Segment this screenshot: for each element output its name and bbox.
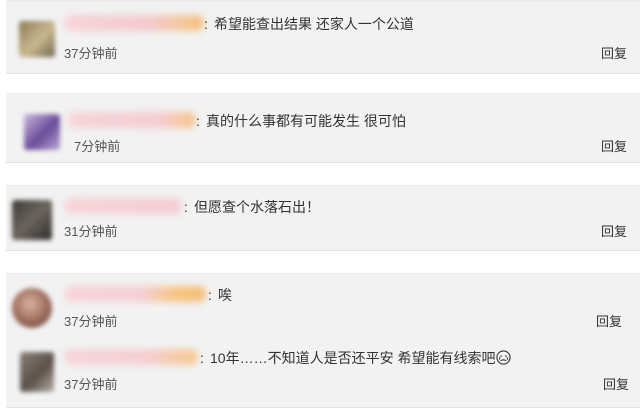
comment-separator: : <box>200 350 204 366</box>
comment-card: : 希望能查出结果 还家人一个公道 37分钟前 回复 <box>6 0 640 74</box>
comment-text: 真的什么事都有可能发生 很可怕 <box>206 113 406 129</box>
comment-card: : 但愿查个水落石出！ 31分钟前 回复 <box>6 185 640 251</box>
comment-text-line: 10年……不知道人是否还平安 希望能有线索吧 <box>210 349 512 367</box>
comment-card: : 真的什么事都有可能发生 很可怕 7分钟前 回复 <box>6 93 640 163</box>
comment-item: : 但愿查个水落石出！ 31分钟前 回复 <box>6 186 640 252</box>
avatar[interactable] <box>12 200 52 240</box>
username[interactable] <box>68 112 196 128</box>
avatar[interactable] <box>24 114 60 150</box>
username[interactable] <box>64 286 206 302</box>
username[interactable] <box>64 15 204 31</box>
reply-button[interactable]: 回复 <box>601 46 627 62</box>
comment-text: 10年……不知道人是否还平安 希望能有线索吧 <box>210 350 496 366</box>
reply-button[interactable]: 回复 <box>596 314 622 330</box>
comment-text: 唉 <box>218 287 232 303</box>
avatar[interactable] <box>19 21 55 57</box>
comment-separator: : <box>208 287 212 303</box>
comment-text: 希望能查出结果 还家人一个公道 <box>214 16 414 32</box>
username[interactable] <box>64 198 182 214</box>
reply-button[interactable]: 回复 <box>601 139 627 155</box>
comment-separator: : <box>196 113 200 129</box>
comment-item: : 真的什么事都有可能发生 很可怕 7分钟前 回复 <box>6 94 640 164</box>
comment-time: 7分钟前 <box>74 139 121 154</box>
username[interactable] <box>64 349 198 365</box>
comment-time: 37分钟前 <box>64 377 118 392</box>
comment-item: : 唉 37分钟前 回复 <box>6 274 640 340</box>
comment-item: : 10年……不知道人是否还平安 希望能有线索吧 37分钟前 回复 <box>6 342 640 408</box>
comment-separator: : <box>204 16 208 32</box>
avatar[interactable] <box>20 352 54 392</box>
comment-separator: : <box>184 199 188 215</box>
reply-button[interactable]: 回复 <box>601 224 627 240</box>
comment-time: 37分钟前 <box>64 314 118 329</box>
comment-time: 31分钟前 <box>64 224 118 239</box>
comment-time: 37分钟前 <box>64 46 118 61</box>
comment-card: : 唉 37分钟前 回复 : 10年……不知道人是否还平安 希望能有线索吧 37… <box>6 273 640 408</box>
crying-face-icon <box>496 350 512 365</box>
comment-item: : 希望能查出结果 还家人一个公道 37分钟前 回复 <box>6 1 640 75</box>
reply-button[interactable]: 回复 <box>603 377 629 393</box>
comment-text: 但愿查个水落石出！ <box>194 199 320 215</box>
avatar[interactable] <box>12 288 52 328</box>
